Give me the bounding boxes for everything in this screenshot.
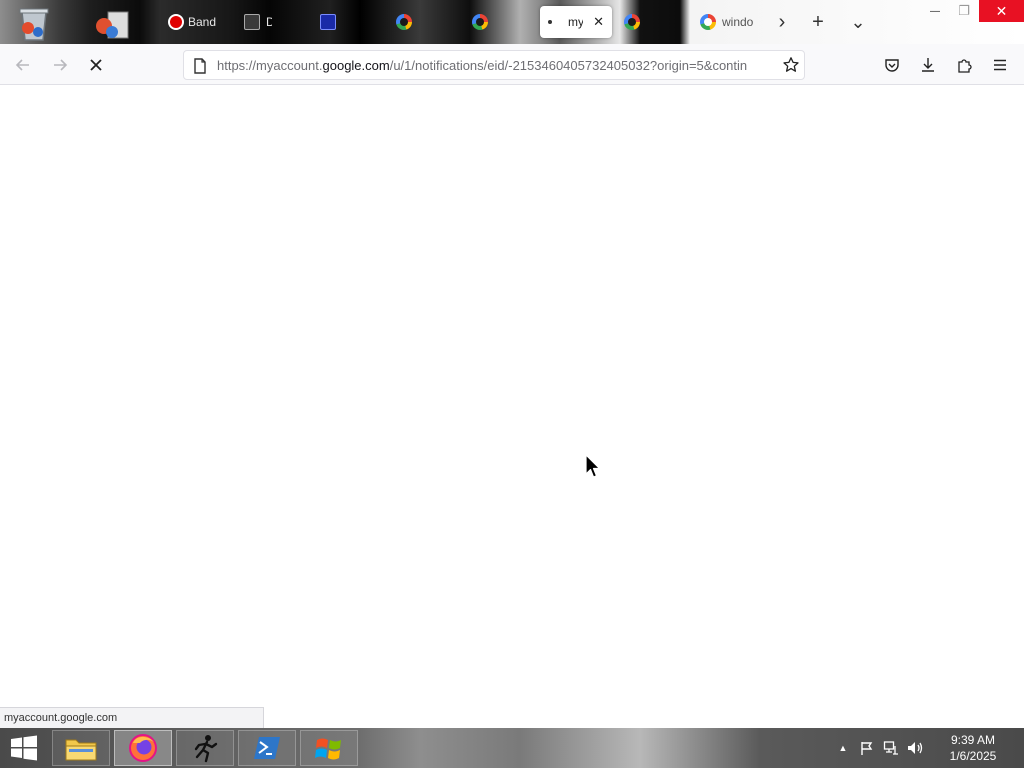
tab-label: windo	[722, 15, 754, 29]
page-content	[0, 85, 1024, 707]
windows-app-taskbar-button[interactable]	[300, 730, 358, 766]
url-host: google.com	[322, 58, 390, 73]
tab-myaccount[interactable]: my ✕	[540, 6, 612, 38]
powershell-taskbar-button[interactable]	[238, 730, 296, 766]
running-man-icon	[194, 735, 218, 763]
chevron-down-icon: ⌄	[850, 11, 866, 32]
tab-label: D	[266, 15, 272, 29]
scroll-tabs-right-button[interactable]: ›	[770, 10, 794, 34]
tab-google-3[interactable]	[618, 6, 658, 38]
file-explorer-taskbar-button[interactable]	[52, 730, 110, 766]
action-center-flag-icon[interactable]	[859, 740, 875, 756]
google-icon	[624, 14, 640, 30]
tab-strip: Band D my ✕ windo › + ⌄ — ❐ ✕	[0, 0, 1024, 44]
google-icon	[396, 14, 412, 30]
tab-google-1[interactable]	[390, 6, 430, 38]
url-prefix: https://myaccount.	[217, 58, 323, 73]
pocket-button[interactable]	[879, 52, 905, 78]
network-icon[interactable]	[883, 740, 899, 756]
windows-logo-icon	[11, 735, 37, 761]
arrow-left-icon	[15, 59, 29, 71]
maximize-icon: ❐	[958, 3, 970, 18]
google-icon	[472, 14, 488, 30]
taskbar: ▲ 9:39 AM 1/6/2025	[0, 728, 1024, 768]
status-text: myaccount.google.com	[4, 712, 118, 724]
system-tray: ▲	[836, 728, 924, 768]
start-button[interactable]	[4, 732, 44, 764]
bookmark-star-icon[interactable]	[782, 56, 800, 74]
google-icon	[700, 14, 716, 30]
loading-icon	[548, 20, 552, 24]
minimize-icon: —	[930, 5, 940, 17]
tab-label: Band	[188, 15, 217, 29]
clock-time: 9:39 AM	[950, 733, 996, 747]
chevron-right-icon: ›	[778, 10, 786, 33]
plus-icon: +	[812, 10, 824, 33]
puzzle-icon	[958, 59, 972, 73]
stop-icon	[90, 59, 102, 71]
close-window-button[interactable]: ✕	[979, 0, 1024, 22]
page-info-icon[interactable]	[193, 58, 207, 74]
recycle-bin-icon	[14, 6, 54, 42]
folder-icon	[65, 739, 97, 761]
record-icon	[170, 16, 182, 28]
firefox-taskbar-button[interactable]	[114, 730, 172, 766]
mouse-cursor-icon	[585, 454, 601, 478]
hamburger-icon	[994, 59, 1006, 71]
navigation-toolbar: https://myaccount.google.com/u/1/notific…	[0, 44, 1024, 85]
back-button[interactable]	[10, 52, 36, 78]
app-icon	[244, 14, 260, 30]
tab-close-icon[interactable]: ✕	[593, 14, 604, 30]
new-tab-button[interactable]: +	[806, 10, 830, 34]
minimize-button[interactable]: —	[920, 0, 950, 22]
system-clock[interactable]: 9:39 AM 1/6/2025	[930, 732, 1016, 764]
tab-windows[interactable]: windo	[694, 6, 760, 38]
tab-d[interactable]: D	[238, 6, 278, 38]
pocket-icon	[885, 59, 899, 72]
desktop-app-icon	[92, 6, 132, 42]
clock-date: 1/6/2025	[949, 749, 997, 763]
forward-button[interactable]	[47, 52, 73, 78]
maximize-button[interactable]: ❐	[950, 0, 978, 22]
url-bar[interactable]: https://myaccount.google.com/u/1/notific…	[183, 50, 805, 80]
list-all-tabs-button[interactable]: ⌄	[846, 10, 870, 34]
powershell-icon	[254, 737, 280, 759]
app-menu-button[interactable]	[987, 52, 1013, 78]
tab-app[interactable]	[314, 6, 354, 38]
stop-loading-button[interactable]	[83, 52, 109, 78]
close-icon: ✕	[995, 2, 1008, 19]
arrow-right-icon	[54, 59, 68, 71]
tab-google-2[interactable]	[466, 6, 506, 38]
extensions-button[interactable]	[951, 52, 977, 78]
download-icon	[922, 58, 934, 72]
status-bar: myaccount.google.com	[0, 707, 264, 728]
show-hidden-icons-button[interactable]: ▲	[836, 743, 850, 753]
app-icon	[320, 14, 336, 30]
downloads-button[interactable]	[915, 52, 941, 78]
windows-flag-icon	[315, 738, 341, 760]
tab-label: my	[568, 15, 584, 29]
url-path: /u/1/notifications/eid/-2153460405732405…	[389, 58, 748, 73]
volume-icon[interactable]	[906, 740, 924, 756]
run-app-taskbar-button[interactable]	[176, 730, 234, 766]
firefox-icon	[129, 734, 157, 762]
tab-band[interactable]: Band	[164, 6, 224, 38]
url-text[interactable]: https://myaccount.google.com/u/1/notific…	[217, 58, 757, 73]
